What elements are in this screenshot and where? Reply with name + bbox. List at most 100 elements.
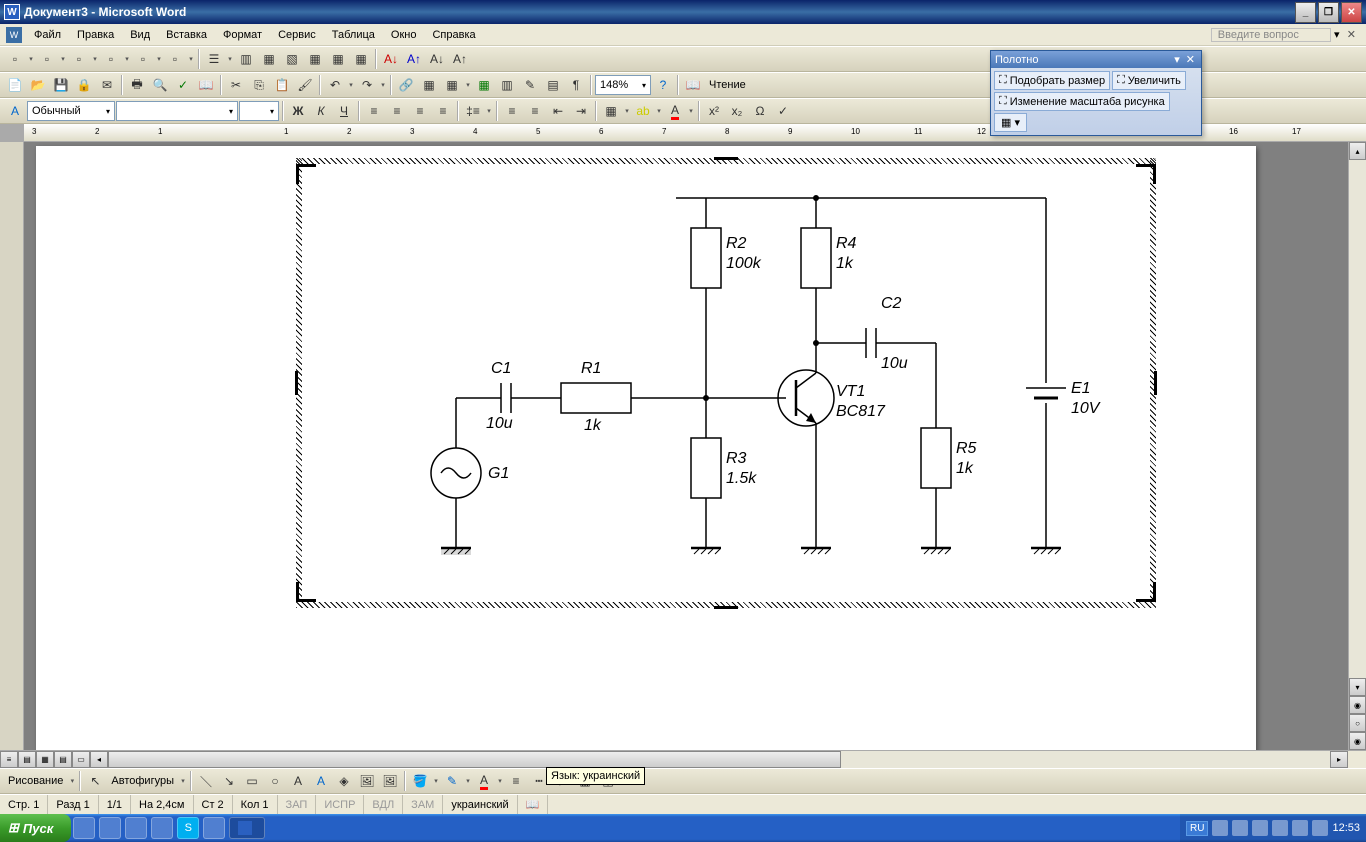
close-button[interactable]: ✕ xyxy=(1341,2,1362,23)
show-marks-icon[interactable]: ¶ xyxy=(565,74,587,96)
wordart-tool-icon[interactable]: A xyxy=(310,770,332,792)
document-area[interactable]: R2 100k R4 1k C2 10u xyxy=(24,142,1348,750)
clipart-tool-icon[interactable]: 🖼 xyxy=(356,770,378,792)
float-toolbar-title[interactable]: Полотно xyxy=(995,54,1170,66)
format-painter-icon[interactable]: 🖌 xyxy=(294,74,316,96)
new-blank-icon[interactable]: ▫ xyxy=(4,48,26,70)
autoshapes-button[interactable]: Автофигуры xyxy=(107,775,178,787)
hide-grid-icon[interactable]: ▦ xyxy=(350,48,372,70)
normal-view-icon[interactable]: ≡ xyxy=(0,751,18,768)
web-view-icon[interactable]: ▤ xyxy=(18,751,36,768)
highlight-icon[interactable]: ab xyxy=(632,100,654,122)
style-combo[interactable]: Обычный ▾ xyxy=(27,101,115,121)
float-toolbar-options-icon[interactable]: ▾ xyxy=(1170,53,1184,66)
line-color-icon[interactable]: ✎ xyxy=(441,770,463,792)
insert-table-icon[interactable]: ▦ xyxy=(441,74,463,96)
underline-icon[interactable]: Ч xyxy=(333,100,355,122)
picture-tool-icon[interactable]: 🖼 xyxy=(379,770,401,792)
undo-icon[interactable]: ↶ xyxy=(324,74,346,96)
line-tool-icon[interactable]: ＼ xyxy=(195,770,217,792)
justify-icon[interactable]: ≡ xyxy=(432,100,454,122)
template-1-icon[interactable]: ▫ xyxy=(36,48,58,70)
paste-icon[interactable]: 📋 xyxy=(271,74,293,96)
quicklaunch-icon-2[interactable] xyxy=(99,817,121,839)
line-spacing-icon[interactable]: ‡≡ xyxy=(462,100,484,122)
styles-task-pane-icon[interactable]: A xyxy=(4,100,26,122)
menu-view[interactable]: Вид xyxy=(122,27,158,43)
canvas-enlarge-button[interactable]: ⛶Увеличить xyxy=(1112,71,1186,90)
align-left-icon[interactable]: ≡ xyxy=(363,100,385,122)
columns-layout-icon[interactable]: ▥ xyxy=(496,74,518,96)
font-combo[interactable]: ▾ xyxy=(116,101,238,121)
subscript-icon[interactable]: x₂ xyxy=(726,100,748,122)
template-5-icon[interactable]: ▫ xyxy=(164,48,186,70)
menu-help[interactable]: Справка xyxy=(424,27,483,43)
align-center-icon[interactable]: ≡ xyxy=(386,100,408,122)
reading-label[interactable]: Чтение xyxy=(705,79,750,91)
select-objects-icon[interactable]: ↖ xyxy=(84,770,106,792)
align-right-icon[interactable]: ≡ xyxy=(409,100,431,122)
help-icon[interactable]: ? xyxy=(652,74,674,96)
reading-layout-icon[interactable]: 📖 xyxy=(682,74,704,96)
decrease-indent-icon[interactable]: ⇤ xyxy=(547,100,569,122)
minimize-button[interactable]: _ xyxy=(1295,2,1316,23)
drawing-canvas[interactable]: R2 100k R4 1k C2 10u xyxy=(266,158,1186,608)
italic-icon[interactable]: К xyxy=(310,100,332,122)
sort-desc-icon[interactable]: A↑ xyxy=(449,48,471,70)
template-2-icon[interactable]: ▫ xyxy=(68,48,90,70)
sort-desc-blue-icon[interactable]: A↑ xyxy=(403,48,425,70)
browse-object-icon[interactable]: ○ xyxy=(1349,714,1366,732)
template-3-icon[interactable]: ▫ xyxy=(100,48,122,70)
line-style-icon[interactable]: ≡ xyxy=(505,770,527,792)
cut-icon[interactable]: ✂ xyxy=(225,74,247,96)
split-icon[interactable]: ▧ xyxy=(281,48,303,70)
template-4-icon[interactable]: ▫ xyxy=(132,48,154,70)
status-spellcheck-icon[interactable]: 📖 xyxy=(518,795,549,814)
font-color-icon[interactable]: A xyxy=(664,100,686,122)
quicklaunch-skype-icon[interactable]: S xyxy=(177,817,199,839)
canvas-wrap-button[interactable]: ▦ ▾ xyxy=(994,113,1027,132)
sort-asc-icon[interactable]: A↓ xyxy=(426,48,448,70)
status-ext[interactable]: ВДЛ xyxy=(364,795,403,814)
permission-icon[interactable]: 🔒 xyxy=(73,74,95,96)
bold-icon[interactable]: Ж xyxy=(287,100,309,122)
status-track[interactable]: ИСПР xyxy=(316,795,364,814)
reading-view-icon[interactable]: ▭ xyxy=(72,751,90,768)
oval-tool-icon[interactable]: ○ xyxy=(264,770,286,792)
restore-button[interactable]: ❐ xyxy=(1318,2,1339,23)
rectangle-tool-icon[interactable]: ▭ xyxy=(241,770,263,792)
zoom-combo[interactable]: 148% ▾ xyxy=(595,75,651,95)
scroll-left-icon[interactable]: ◂ xyxy=(90,751,108,768)
scroll-right-icon[interactable]: ▸ xyxy=(1330,751,1348,768)
tables-borders-icon[interactable]: ▦ xyxy=(418,74,440,96)
drawing-menu-button[interactable]: Рисование xyxy=(4,775,67,787)
fill-color-icon[interactable]: 🪣 xyxy=(409,770,431,792)
vertical-scrollbar[interactable]: ▴ ▾ ◉ ○ ◉ xyxy=(1348,142,1366,750)
menu-window[interactable]: Окно xyxy=(383,27,425,43)
float-toolbar-close-icon[interactable]: ✕ xyxy=(1184,53,1197,66)
numbering-icon[interactable]: ≡ xyxy=(501,100,523,122)
new-doc-icon[interactable]: 📄 xyxy=(4,74,26,96)
status-record[interactable]: ЗАП xyxy=(278,795,317,814)
taskbar-task-word[interactable] xyxy=(229,817,265,839)
redo-icon[interactable]: ↷ xyxy=(356,74,378,96)
research-icon[interactable]: 📖 xyxy=(195,74,217,96)
increase-indent-icon[interactable]: ⇥ xyxy=(570,100,592,122)
quicklaunch-icon-4[interactable] xyxy=(151,817,173,839)
tray-clock[interactable]: 12:53 xyxy=(1332,822,1360,834)
menu-edit[interactable]: Правка xyxy=(69,27,122,43)
vertical-ruler[interactable] xyxy=(0,142,24,750)
close-doc-button[interactable]: ✕ xyxy=(1343,28,1360,41)
excel-icon[interactable]: ▦ xyxy=(473,74,495,96)
start-button[interactable]: ⊞Пуск xyxy=(0,814,71,842)
copy-icon[interactable]: ⎘ xyxy=(248,74,270,96)
columns-icon[interactable]: ▥ xyxy=(235,48,257,70)
menu-file[interactable]: Файл xyxy=(26,27,69,43)
show-grid-icon[interactable]: ▦ xyxy=(327,48,349,70)
next-page-icon[interactable]: ◉ xyxy=(1349,732,1366,750)
merge-icon[interactable]: ▦ xyxy=(258,48,280,70)
canvas-scale-button[interactable]: ⛶Изменение масштаба рисунка xyxy=(994,92,1170,111)
insert-rows-icon[interactable]: ☰ xyxy=(203,48,225,70)
menu-insert[interactable]: Вставка xyxy=(158,27,215,43)
canvas-floating-toolbar[interactable]: Полотно ▾ ✕ ⛶Подобрать размер ⛶Увеличить… xyxy=(990,50,1202,136)
